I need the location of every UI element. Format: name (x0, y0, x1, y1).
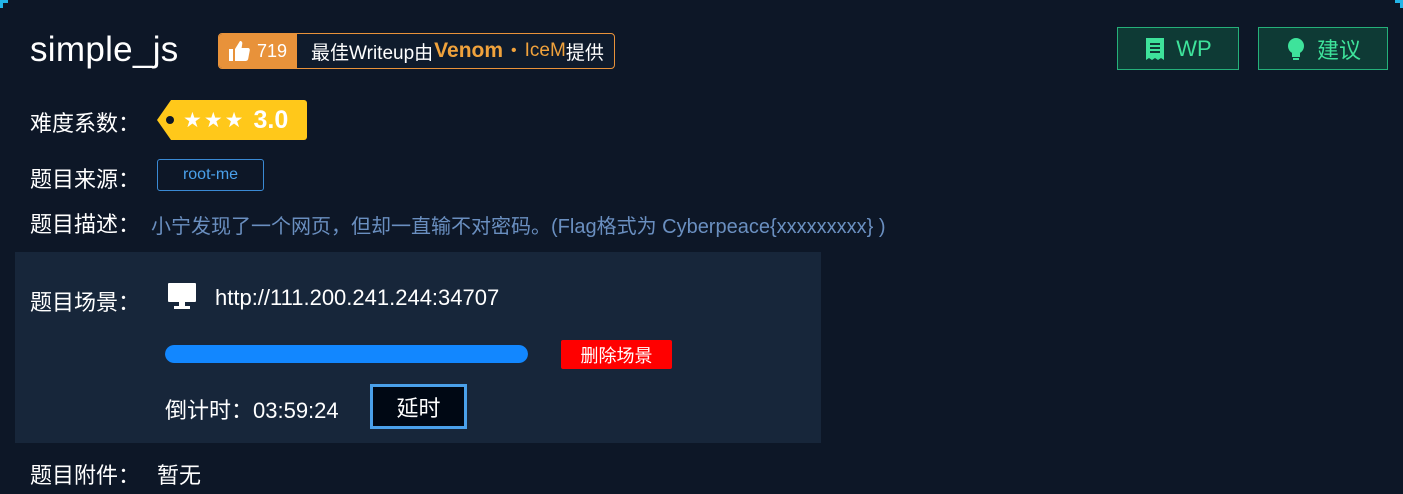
countdown-timer: 倒计时：03:59:24 (165, 398, 339, 423)
description-text: 小宁发现了一个网页，但却一直输不对密码。(Flag格式为 Cyberpeace{… (151, 216, 886, 238)
thumbs-up-icon (229, 41, 250, 61)
description-label: 题目描述： (30, 212, 141, 237)
scene-progress-bar (165, 345, 528, 363)
document-icon (1146, 37, 1165, 60)
scene-progress-fill (165, 345, 528, 363)
suggest-button-label: 建议 (1316, 37, 1361, 63)
credit-suffix: 提供 (565, 42, 604, 64)
credit-author-icem[interactable]: IceM (525, 40, 566, 62)
like-counter[interactable]: 719 (219, 34, 298, 68)
attachment-value: 暂无 (157, 463, 202, 488)
source-tag[interactable]: root-me (157, 159, 264, 191)
suggest-button[interactable]: 建议 (1258, 27, 1388, 70)
star-icon: ★ (203, 108, 223, 132)
star-icon: ★ (224, 108, 244, 132)
writeup-credit-text: 最佳Writeup由 Venom • IceM 提供 (297, 38, 614, 65)
lightbulb-icon (1287, 37, 1304, 60)
extend-time-button[interactable]: 延时 (370, 384, 467, 429)
tag-hole (166, 116, 174, 124)
challenge-title: simple_js (30, 30, 179, 69)
credit-separator: • (511, 42, 517, 59)
corner-decoration-top-right (1395, 0, 1403, 8)
scene-url-link[interactable]: http://111.200.241.244:34707 (215, 285, 499, 311)
writeup-button[interactable]: WP (1117, 27, 1239, 70)
difficulty-label: 难度系数： (30, 111, 141, 136)
writeup-credit-badge[interactable]: 719 最佳Writeup由 Venom • IceM 提供 (218, 33, 615, 69)
monitor-icon (168, 283, 196, 309)
credit-prefix: 最佳Writeup由 (311, 42, 434, 64)
source-label: 题目来源： (30, 167, 141, 192)
scene-panel: 题目场景： http://111.200.241.244:34707 删除场景 … (15, 252, 821, 443)
difficulty-badge: ★ ★ ★ 3.0 (157, 100, 307, 140)
corner-decoration-top-left (0, 0, 8, 8)
attachment-label: 题目附件： (30, 463, 141, 488)
scene-label: 题目场景： (30, 290, 141, 315)
credit-author-venom[interactable]: Venom (434, 39, 503, 63)
delete-scene-button[interactable]: 删除场景 (561, 340, 672, 369)
writeup-button-label: WP (1176, 35, 1212, 61)
challenge-detail: simple_js 719 最佳Writeup由 Venom • IceM 提供… (0, 0, 1403, 494)
star-icon: ★ (183, 108, 202, 132)
like-count: 719 (257, 40, 288, 61)
difficulty-score: 3.0 (253, 105, 289, 134)
